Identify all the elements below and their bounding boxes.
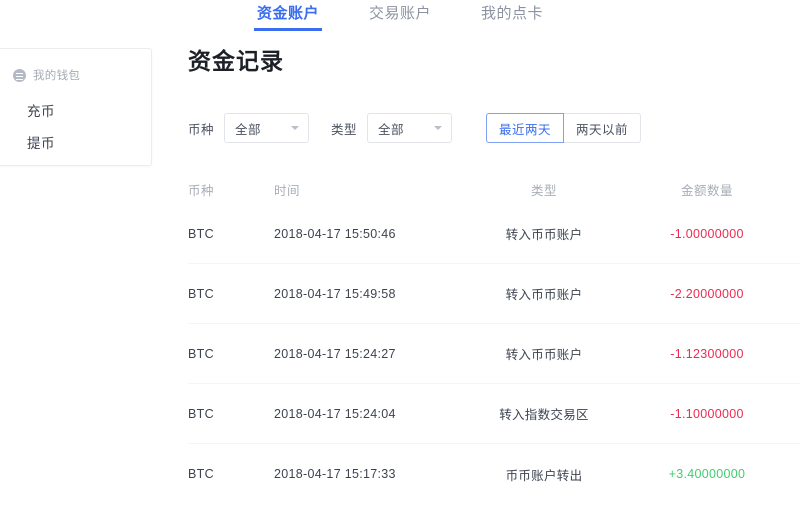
- column-header-coin: 币种: [188, 180, 274, 199]
- sidebar-group-label: 我的钱包: [33, 67, 80, 83]
- chevron-down-icon: [434, 126, 442, 130]
- coin-filter-value: 全部: [235, 119, 261, 138]
- funding-records-table: 币种 时间 类型 金额数量 BTC 2018-04-17 15:50:46 转入…: [188, 174, 800, 504]
- page-root: 资金账户 交易账户 我的点卡 我的钱包 充币 提币 资金记录 币种 全部 类型 …: [0, 0, 800, 513]
- table-header-row: 币种 时间 类型 金额数量: [188, 174, 800, 204]
- cell-amount: -2.20000000: [624, 287, 790, 301]
- page-title: 资金记录: [188, 46, 800, 76]
- cell-type: 转入币币账户: [464, 344, 624, 363]
- cell-amount: -1.00000000: [624, 227, 790, 241]
- tab-trading-account[interactable]: 交易账户: [366, 1, 434, 31]
- cell-type: 转入币币账户: [464, 224, 624, 243]
- type-filter-select[interactable]: 全部: [367, 113, 452, 143]
- sidebar-group-my-wallet: 我的钱包: [1, 49, 151, 83]
- cell-amount: -1.12300000: [624, 347, 790, 361]
- cell-type: 转入币币账户: [464, 284, 624, 303]
- cell-coin: BTC: [188, 347, 274, 361]
- coin-filter-select[interactable]: 全部: [224, 113, 309, 143]
- main-content: 资金记录 币种 全部 类型 全部 最近两天 两天以前 币种 时间 类型 金: [188, 46, 800, 513]
- cell-time: 2018-04-17 15:17:33: [274, 467, 464, 481]
- top-tab-bar: 资金账户 交易账户 我的点卡: [0, 0, 800, 31]
- sidebar-item-withdraw[interactable]: 提币: [1, 135, 151, 153]
- column-header-amount: 金额数量: [624, 180, 790, 199]
- type-filter-value: 全部: [378, 119, 404, 138]
- cell-time: 2018-04-17 15:24:27: [274, 347, 464, 361]
- cell-type: 转入指数交易区: [464, 404, 624, 423]
- sidebar-card: 我的钱包 充币 提币: [0, 48, 152, 166]
- type-filter-label: 类型: [331, 119, 357, 138]
- cell-time: 2018-04-17 15:50:46: [274, 227, 464, 241]
- table-row: BTC 2018-04-17 15:50:46 转入币币账户 -1.000000…: [188, 204, 800, 264]
- cell-coin: BTC: [188, 407, 274, 421]
- tab-my-points-card[interactable]: 我的点卡: [478, 1, 546, 31]
- filter-bar: 币种 全部 类型 全部 最近两天 两天以前: [188, 112, 800, 144]
- cell-type: 币币账户转出: [464, 465, 624, 484]
- wallet-menu-icon: [13, 69, 26, 82]
- sidebar-item-deposit[interactable]: 充币: [1, 103, 151, 121]
- cell-coin: BTC: [188, 287, 274, 301]
- table-row: BTC 2018-04-17 15:17:33 币币账户转出 +3.400000…: [188, 444, 800, 504]
- table-row: BTC 2018-04-17 15:24:27 转入币币账户 -1.123000…: [188, 324, 800, 384]
- range-recent-two-days-button[interactable]: 最近两天: [486, 113, 564, 143]
- tab-list: 资金账户 交易账户 我的点卡: [254, 0, 546, 31]
- date-range-segmented-control: 最近两天 两天以前: [486, 113, 641, 143]
- range-before-two-days-button[interactable]: 两天以前: [564, 113, 641, 143]
- cell-time: 2018-04-17 15:24:04: [274, 407, 464, 421]
- coin-filter-label: 币种: [188, 119, 214, 138]
- column-header-type: 类型: [464, 180, 624, 199]
- cell-amount: +3.40000000: [624, 467, 790, 481]
- cell-coin: BTC: [188, 227, 274, 241]
- table-row: BTC 2018-04-17 15:49:58 转入币币账户 -2.200000…: [188, 264, 800, 324]
- cell-time: 2018-04-17 15:49:58: [274, 287, 464, 301]
- column-header-time: 时间: [274, 180, 464, 199]
- chevron-down-icon: [291, 126, 299, 130]
- tab-funding-account[interactable]: 资金账户: [254, 1, 322, 31]
- cell-coin: BTC: [188, 467, 274, 481]
- cell-amount: -1.10000000: [624, 407, 790, 421]
- table-row: BTC 2018-04-17 15:24:04 转入指数交易区 -1.10000…: [188, 384, 800, 444]
